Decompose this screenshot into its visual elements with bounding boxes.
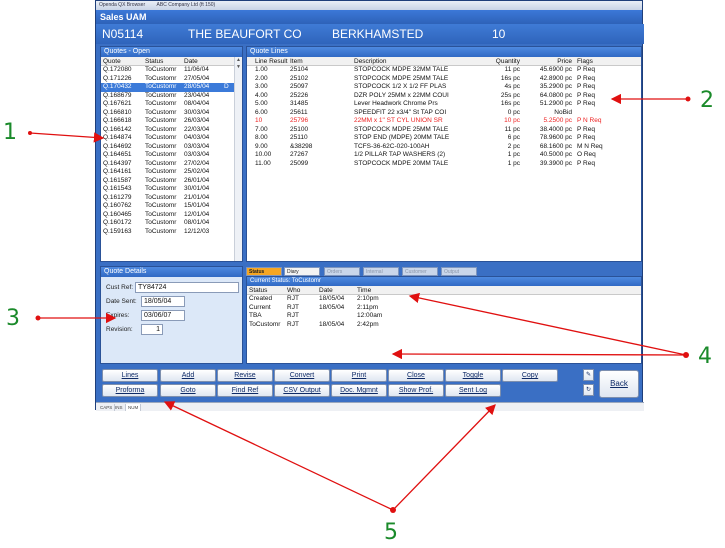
annotation-1: 1 xyxy=(3,120,17,145)
arrow-5a xyxy=(163,401,394,511)
annotation-arrows xyxy=(28,93,691,513)
arrow-1 xyxy=(29,132,105,143)
annotation-4: 4 xyxy=(698,344,712,369)
annotation-3: 3 xyxy=(6,306,20,331)
annotation-2: 2 xyxy=(700,88,714,113)
arrow-5b xyxy=(392,404,496,511)
arrow-4a xyxy=(408,292,687,356)
annotation-5: 5 xyxy=(384,520,398,545)
stage: Openda QX Browser ABC Company Ltd (ft 15… xyxy=(0,0,725,548)
arrow-4b xyxy=(391,348,687,360)
